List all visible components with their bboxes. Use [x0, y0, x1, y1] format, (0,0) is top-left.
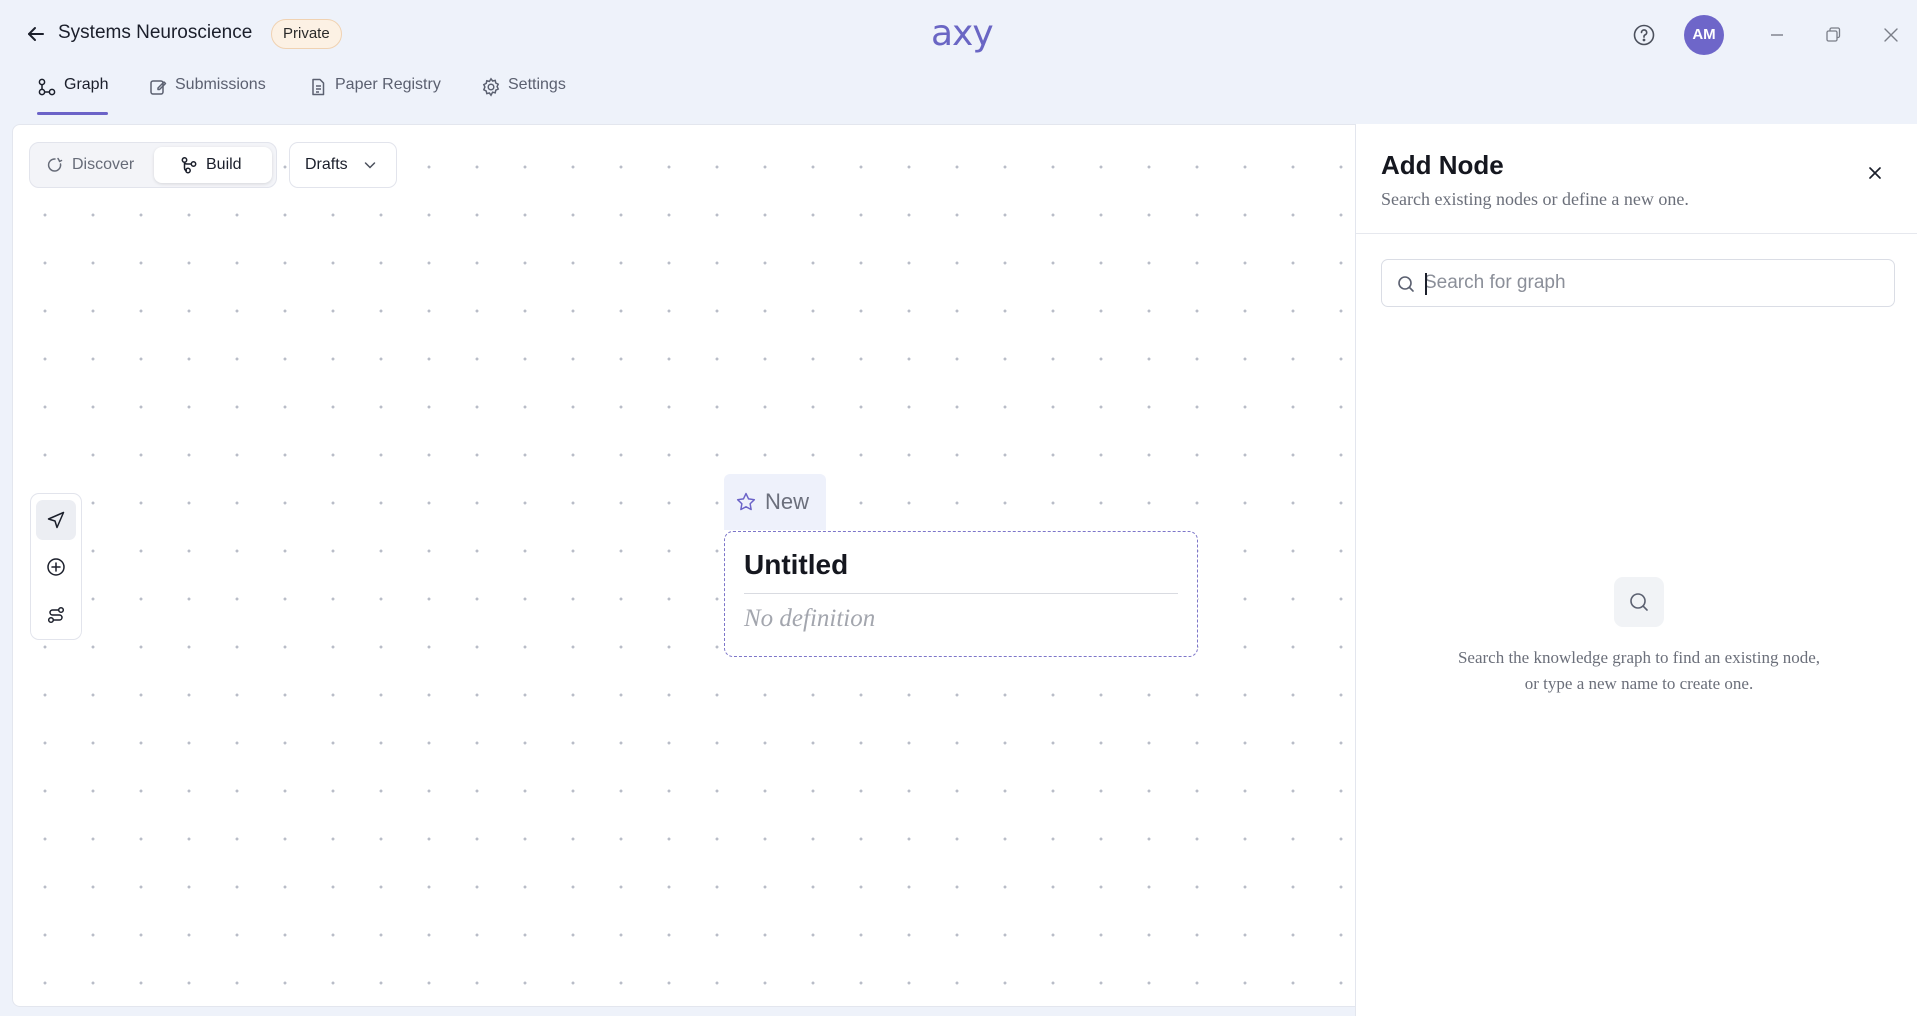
star-icon — [736, 492, 756, 511]
new-tag-label: New — [765, 489, 810, 514]
panel-title: Add Node — [1381, 150, 1504, 180]
new-node-card[interactable]: Untitled No definition — [724, 531, 1198, 657]
discover-icon — [47, 157, 63, 172]
node-definition: No definition — [744, 605, 876, 632]
new-node-tag: New — [724, 474, 826, 530]
discover-label: Discover — [72, 156, 135, 173]
nav-tabs: Graph Submissions Paper Registry Setting… — [0, 70, 700, 116]
tab-submissions[interactable]: Submissions — [148, 76, 266, 116]
connect-icon — [47, 606, 65, 624]
graph-canvas[interactable]: Discover Build Drafts New Untitled No de… — [12, 124, 1356, 1007]
discover-mode-button[interactable]: Discover — [34, 147, 146, 183]
tab-paper-registry-label: Paper Registry — [335, 76, 441, 93]
help-icon[interactable] — [1632, 23, 1656, 47]
close-icon[interactable] — [1882, 26, 1900, 44]
build-mode-button[interactable]: Build — [154, 147, 272, 183]
mode-switch: Discover Build — [29, 142, 277, 188]
pointer-icon — [47, 511, 65, 529]
minimize-icon[interactable] — [1767, 25, 1787, 45]
empty-state-search-icon — [1614, 577, 1664, 627]
search-box — [1381, 259, 1895, 307]
top-bar: Systems Neuroscience Private axy AM — [0, 0, 1917, 70]
restore-icon[interactable] — [1824, 26, 1842, 44]
panel-subtitle: Search existing nodes or define a new on… — [1381, 189, 1689, 209]
drafts-label: Drafts — [305, 156, 348, 173]
document-icon — [312, 78, 325, 96]
empty-state-text: Search the knowledge graph to find an ex… — [1457, 648, 1821, 693]
search-input[interactable] — [1424, 260, 1884, 306]
tab-paper-registry[interactable]: Paper Registry — [308, 76, 441, 116]
app-logo: axy — [931, 13, 994, 54]
privacy-badge: Private — [271, 19, 342, 49]
node-divider — [744, 593, 1178, 594]
gear-icon — [482, 77, 500, 97]
avatar[interactable]: AM — [1684, 15, 1724, 55]
tab-graph[interactable]: Graph — [37, 76, 109, 116]
drafts-dropdown[interactable]: Drafts — [289, 142, 397, 188]
submissions-icon — [150, 80, 167, 95]
chevron-down-icon — [364, 162, 375, 169]
select-tool-button[interactable] — [36, 500, 76, 540]
connect-tool-button[interactable] — [36, 595, 76, 635]
tab-submissions-label: Submissions — [175, 76, 266, 93]
tab-graph-label: Graph — [64, 76, 109, 93]
node-title: Untitled — [744, 549, 849, 580]
add-node-tool-button[interactable] — [36, 547, 76, 587]
panel-close-icon[interactable] — [1864, 162, 1886, 184]
panel-divider — [1356, 233, 1917, 234]
tab-settings[interactable]: Settings — [481, 76, 566, 116]
build-label: Build — [206, 156, 242, 173]
build-icon — [181, 157, 197, 174]
search-icon — [1398, 276, 1414, 292]
text-caret — [1425, 273, 1427, 295]
graph-icon — [38, 78, 56, 96]
add-node-panel: Add Node Search existing nodes or define… — [1355, 124, 1917, 1016]
back-arrow-icon[interactable] — [24, 22, 48, 46]
add-circle-icon — [47, 558, 65, 576]
tab-settings-label: Settings — [508, 76, 566, 93]
tool-rail — [30, 493, 82, 640]
project-title: Systems Neuroscience — [58, 22, 253, 43]
